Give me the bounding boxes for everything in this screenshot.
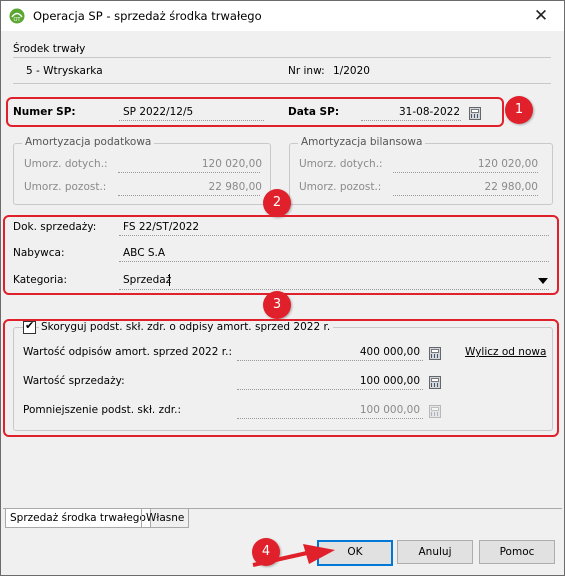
- close-icon: ✕: [533, 6, 549, 26]
- balance-pozost-value: 22 980,00: [484, 181, 538, 193]
- field-underline: [393, 195, 538, 196]
- inventory-value: 1/2020: [333, 65, 370, 77]
- field-underline: [118, 195, 260, 196]
- balance-dotych-value: 120 020,00: [477, 158, 538, 170]
- field-underline: [118, 172, 260, 173]
- annotation-arrow-icon: [252, 544, 335, 567]
- title-bar: OT Operacja SP - sprzedaż środka trwałeg…: [1, 1, 564, 31]
- divider: [13, 83, 551, 84]
- tax-dotych-value: 120 020,00: [201, 158, 262, 170]
- app-logo-icon: OT: [9, 8, 25, 24]
- asset-section-label: Środek trwały: [13, 43, 86, 55]
- field-underline: [393, 172, 538, 173]
- tax-dotych-label: Umorz. dotych.:: [24, 158, 108, 170]
- svg-text:OT: OT: [14, 17, 22, 23]
- annotation-badge-3: 3: [263, 291, 291, 319]
- tax-amortization-group: Amortyzacja podatkowa Umorz. dotych.: 12…: [13, 136, 271, 205]
- annotation-badge-2: 2: [263, 189, 291, 217]
- close-button[interactable]: ✕: [524, 4, 558, 28]
- tax-pozost-label: Umorz. pozost.:: [24, 181, 107, 193]
- balance-pozost-label: Umorz. pozost.:: [299, 181, 382, 193]
- divider: [13, 57, 551, 58]
- asset-name: 5 - Wtryskarka: [26, 65, 103, 77]
- annotation-box-1: [6, 97, 504, 127]
- cancel-button[interactable]: Anuluj: [397, 540, 473, 564]
- tab-custom[interactable]: Własne: [141, 509, 190, 528]
- tab-sale[interactable]: Sprzedaż środka trwałego: [5, 509, 151, 528]
- balance-dotych-label: Umorz. dotych.:: [299, 158, 383, 170]
- dialog-window: OT Operacja SP - sprzedaż środka trwałeg…: [0, 0, 565, 576]
- balance-amortization-title: Amortyzacja bilansowa: [298, 136, 426, 148]
- tax-pozost-value: 22 980,00: [208, 181, 262, 193]
- balance-amortization-group: Amortyzacja bilansowa Umorz. dotych.: 12…: [289, 136, 553, 205]
- annotation-badge-1: 1: [505, 96, 533, 124]
- tax-amortization-title: Amortyzacja podatkowa: [22, 136, 155, 148]
- help-button[interactable]: Pomoc: [479, 540, 555, 564]
- inventory-label: Nr inw:: [288, 65, 325, 77]
- annotation-box-2: [3, 215, 559, 295]
- annotation-box-3: [3, 319, 559, 437]
- window-title: Operacja SP - sprzedaż środka trwałego: [33, 9, 262, 23]
